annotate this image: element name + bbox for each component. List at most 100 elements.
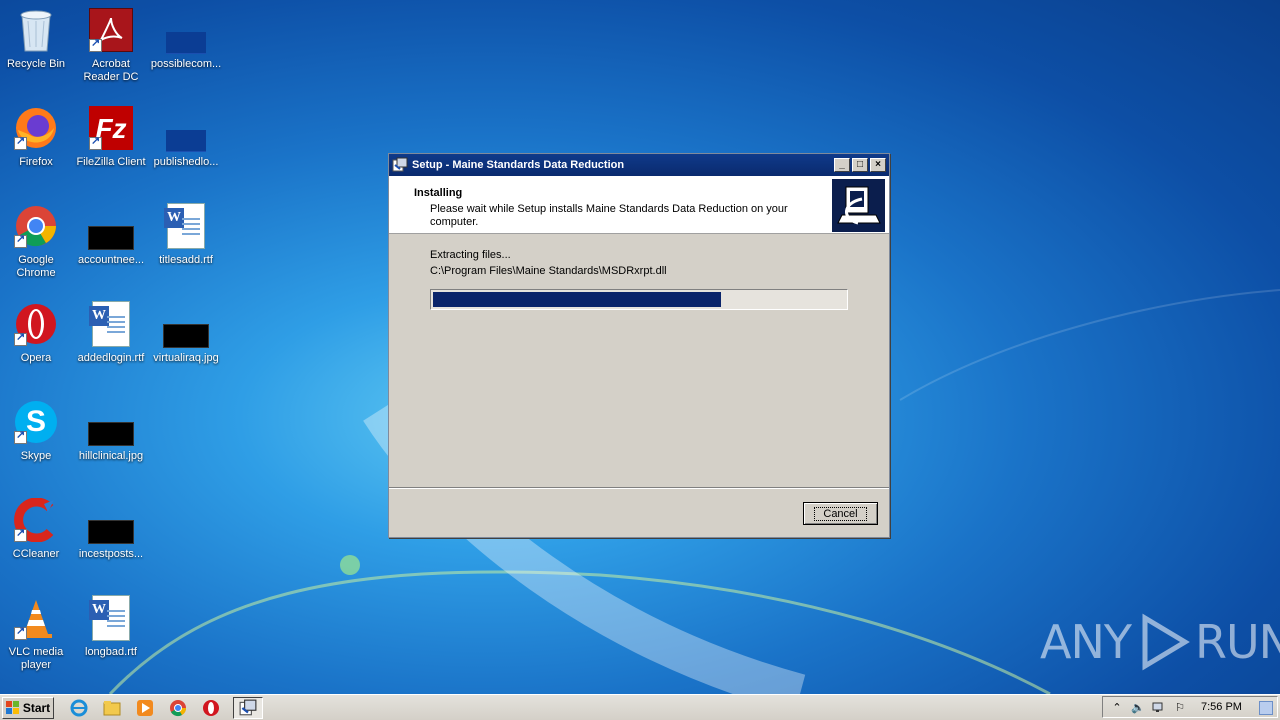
dialog-separator <box>389 487 889 489</box>
desktop-icon-label: Opera <box>20 352 52 364</box>
progress-fill <box>433 292 722 307</box>
shortcut-arrow-icon <box>14 527 27 542</box>
shortcut-arrow-icon <box>14 331 27 346</box>
media-player-icon[interactable] <box>134 697 156 719</box>
close-button[interactable]: × <box>870 158 886 172</box>
desktop-icon-label: possiblecom... <box>150 58 222 70</box>
clock[interactable]: 7:56 PM <box>1201 701 1242 713</box>
windows-flag-icon <box>5 700 19 714</box>
desktop-icon-recycle-bin[interactable]: Recycle Bin <box>0 6 74 71</box>
status-text: Extracting files... <box>430 249 511 261</box>
desktop-icon-ccleaner[interactable]: CCleaner <box>0 496 74 561</box>
setup-dialog: Setup - Maine Standards Data Reduction _… <box>388 153 890 538</box>
image-thumbnail-icon <box>87 398 135 446</box>
shortcut-arrow-icon <box>14 233 27 248</box>
shortcut-arrow-icon <box>89 135 102 150</box>
shortcut-arrow-icon <box>14 429 27 444</box>
desktop-icon-label: Google Chrome <box>16 254 56 279</box>
explorer-folder-icon[interactable] <box>101 697 123 719</box>
watermark-play-icon <box>1142 613 1190 671</box>
desktop-icon-label: FileZilla Client <box>76 156 146 168</box>
shortcut-arrow-icon <box>14 625 27 640</box>
watermark-right-text: RUN <box>1194 615 1280 669</box>
opera-icon <box>12 300 60 348</box>
file-thumbnail-icon <box>162 104 210 152</box>
desktop-icon-jpg[interactable]: hillclinical.jpg <box>73 398 149 463</box>
desktop-icon-label: publishedlo... <box>153 156 219 168</box>
network-icon[interactable] <box>1152 700 1166 714</box>
shortcut-arrow-icon <box>14 135 27 150</box>
desktop-icon-label: Skype <box>20 450 52 462</box>
desktop-icon-file[interactable]: accountnee... <box>73 202 149 267</box>
desktop-icon-rtf[interactable]: W addedlogin.rtf <box>73 300 149 365</box>
acrobat-icon <box>87 6 135 54</box>
desktop-icon-label: addedlogin.rtf <box>77 352 145 364</box>
desktop-icon-label: Recycle Bin <box>6 58 66 70</box>
setup-computer-icon <box>832 179 885 232</box>
desktop-icon-label: Acrobat Reader DC <box>83 58 139 83</box>
dialog-body: Extracting files... C:\Program Files\Mai… <box>389 234 889 489</box>
page-title: Installing <box>414 187 463 199</box>
chrome-icon <box>12 202 60 250</box>
anyrun-watermark: ANY RUN <box>1040 612 1280 672</box>
opera-icon[interactable] <box>200 697 222 719</box>
page-description: Please wait while Setup installs Maine S… <box>430 203 788 228</box>
desktop-icon-label: accountnee... <box>77 254 145 266</box>
desktop-icon-label: VLC media player <box>8 646 64 671</box>
dialog-title: Setup - Maine Standards Data Reduction <box>412 159 625 171</box>
current-file-text: C:\Program Files\Maine Standards\MSDRxrp… <box>430 265 667 277</box>
word-document-icon: W <box>87 300 135 348</box>
dialog-header-panel: Installing Please wait while Setup insta… <box>389 176 889 234</box>
desktop-icon-vlc[interactable]: VLC media player <box>0 594 74 672</box>
skype-icon: S <box>12 398 60 446</box>
filezilla-icon: Fz <box>87 104 135 152</box>
recycle-bin-icon <box>12 6 60 54</box>
ccleaner-icon <box>12 496 60 544</box>
chrome-icon[interactable] <box>167 697 189 719</box>
desktop-icon-skype[interactable]: S Skype <box>0 398 74 463</box>
start-button[interactable]: Start <box>2 696 54 719</box>
show-desktop-button[interactable] <box>1259 701 1273 715</box>
file-thumbnail-icon <box>87 496 135 544</box>
desktop-icon-label: titlesadd.rtf <box>159 254 213 266</box>
volume-icon[interactable]: 🔈 <box>1131 700 1145 714</box>
dialog-titlebar[interactable]: Setup - Maine Standards Data Reduction _… <box>389 154 889 176</box>
setup-app-icon <box>392 157 408 173</box>
desktop-icon-acrobat[interactable]: Acrobat Reader DC <box>73 6 149 84</box>
image-thumbnail-icon <box>162 300 210 348</box>
action-center-flag-icon[interactable]: ⚐ <box>1173 700 1187 714</box>
desktop-icon-file[interactable]: publishedlo... <box>148 104 224 169</box>
shortcut-arrow-icon <box>89 37 102 52</box>
minimize-button[interactable]: _ <box>834 158 850 172</box>
desktop-icon-rtf[interactable]: W titlesadd.rtf <box>148 202 224 267</box>
ie-icon[interactable] <box>68 697 90 719</box>
setup-task-icon[interactable] <box>233 696 263 719</box>
cancel-button-label: Cancel <box>814 506 867 521</box>
desktop-icon-jpg[interactable]: virtualiraq.jpg <box>148 300 224 365</box>
start-label: Start <box>22 700 51 715</box>
file-thumbnail-icon <box>87 202 135 250</box>
quick-launch <box>68 697 233 719</box>
desktop-icon-label: CCleaner <box>12 548 60 560</box>
desktop-icon-label: virtualiraq.jpg <box>153 352 219 364</box>
desktop-icon-label: incestposts... <box>78 548 144 560</box>
desktop-icon-file[interactable]: incestposts... <box>73 496 149 561</box>
maximize-button[interactable]: □ <box>852 158 868 172</box>
file-thumbnail-icon <box>162 6 210 54</box>
cancel-button[interactable]: Cancel <box>803 502 878 525</box>
firefox-icon <box>12 104 60 152</box>
desktop-icon-rtf[interactable]: W longbad.rtf <box>73 594 149 659</box>
system-tray: ⌃ 🔈 ⚐ 7:56 PM <box>1102 696 1278 718</box>
desktop-icon-filezilla[interactable]: Fz FileZilla Client <box>73 104 149 169</box>
desktop-icon-file[interactable]: possiblecom... <box>148 6 224 71</box>
desktop-icon-firefox[interactable]: Firefox <box>0 104 74 169</box>
desktop-icon-opera[interactable]: Opera <box>0 300 74 365</box>
desktop-icon-label: hillclinical.jpg <box>78 450 144 462</box>
taskbar: Start ⌃ 🔈 ⚐ 7:56 PM <box>0 694 1280 720</box>
desktop-icon-chrome[interactable]: Google Chrome <box>0 202 74 280</box>
desktop-icon-label: longbad.rtf <box>85 646 137 658</box>
watermark-left-text: ANY <box>1040 615 1132 669</box>
vlc-icon <box>12 594 60 642</box>
install-progress-bar <box>430 289 848 310</box>
show-hidden-icons-arrow[interactable]: ⌃ <box>1110 700 1124 714</box>
